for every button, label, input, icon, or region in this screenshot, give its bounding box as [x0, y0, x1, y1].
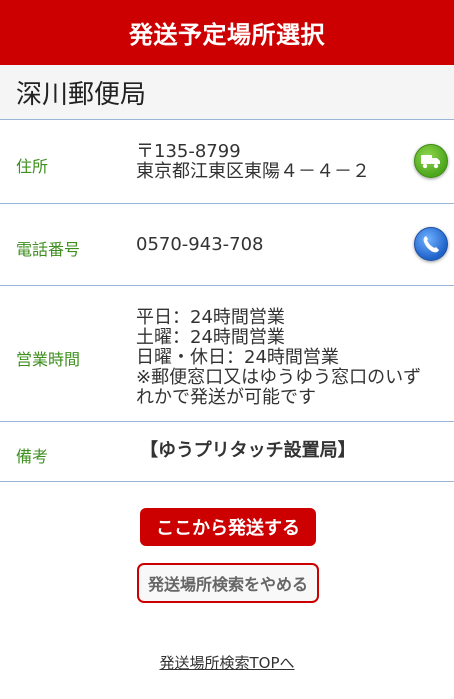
handset-glyph [423, 236, 439, 253]
notes-label: 備考 [16, 447, 49, 466]
truck-glyph [421, 155, 440, 169]
hours-line: れかで発送が可能です [136, 387, 316, 408]
page-title: 発送予定場所選択 [129, 21, 325, 49]
hours-line: 日曜・休日：24時間営業 [136, 347, 339, 368]
phone-icon[interactable] [414, 227, 448, 261]
hours-line: 平日：24時間営業 [136, 307, 285, 328]
hours-line: 土曜：24時間営業 [136, 327, 285, 348]
cancel-search-button[interactable]: 発送場所検索をやめる [137, 563, 319, 603]
hours-line: ※郵便窓口又はゆうゆう窓口のいず [136, 367, 422, 388]
hours-value: 平日：24時間営業 土曜：24時間営業 日曜・休日：24時間営業 ※郵便窓口又は… [136, 308, 421, 408]
header-bar: 発送予定場所選択 [0, 0, 454, 65]
office-name-bar: 深川郵便局 [0, 65, 454, 120]
address-row: 住所 〒135-8799 東京都江東区東陽４－４－２ [0, 120, 454, 204]
street-address: 東京都江東区東陽４－４－２ [136, 161, 370, 182]
postal-code: 〒135-8799 [136, 141, 241, 162]
phone-number: 0570-943-708 [136, 234, 264, 255]
search-top-link[interactable]: 発送場所検索TOPへ [0, 652, 454, 673]
hours-row: 営業時間 平日：24時間営業 土曜：24時間営業 日曜・休日：24時間営業 ※郵… [0, 286, 454, 422]
ship-from-here-button[interactable]: ここから発送する [140, 508, 316, 546]
address-value: 〒135-8799 東京都江東区東陽４－４－２ [136, 142, 370, 182]
phone-label: 電話番号 [16, 240, 81, 259]
phone-row: 電話番号 0570-943-708 [0, 204, 454, 286]
map-icon[interactable] [414, 144, 448, 178]
notes-value: 【ゆうプリタッチ設置局】 [140, 440, 356, 461]
notes-row: 備考 【ゆうプリタッチ設置局】 [0, 422, 454, 482]
office-name: 深川郵便局 [16, 79, 147, 110]
address-label: 住所 [16, 157, 49, 176]
hours-label: 営業時間 [16, 350, 81, 369]
